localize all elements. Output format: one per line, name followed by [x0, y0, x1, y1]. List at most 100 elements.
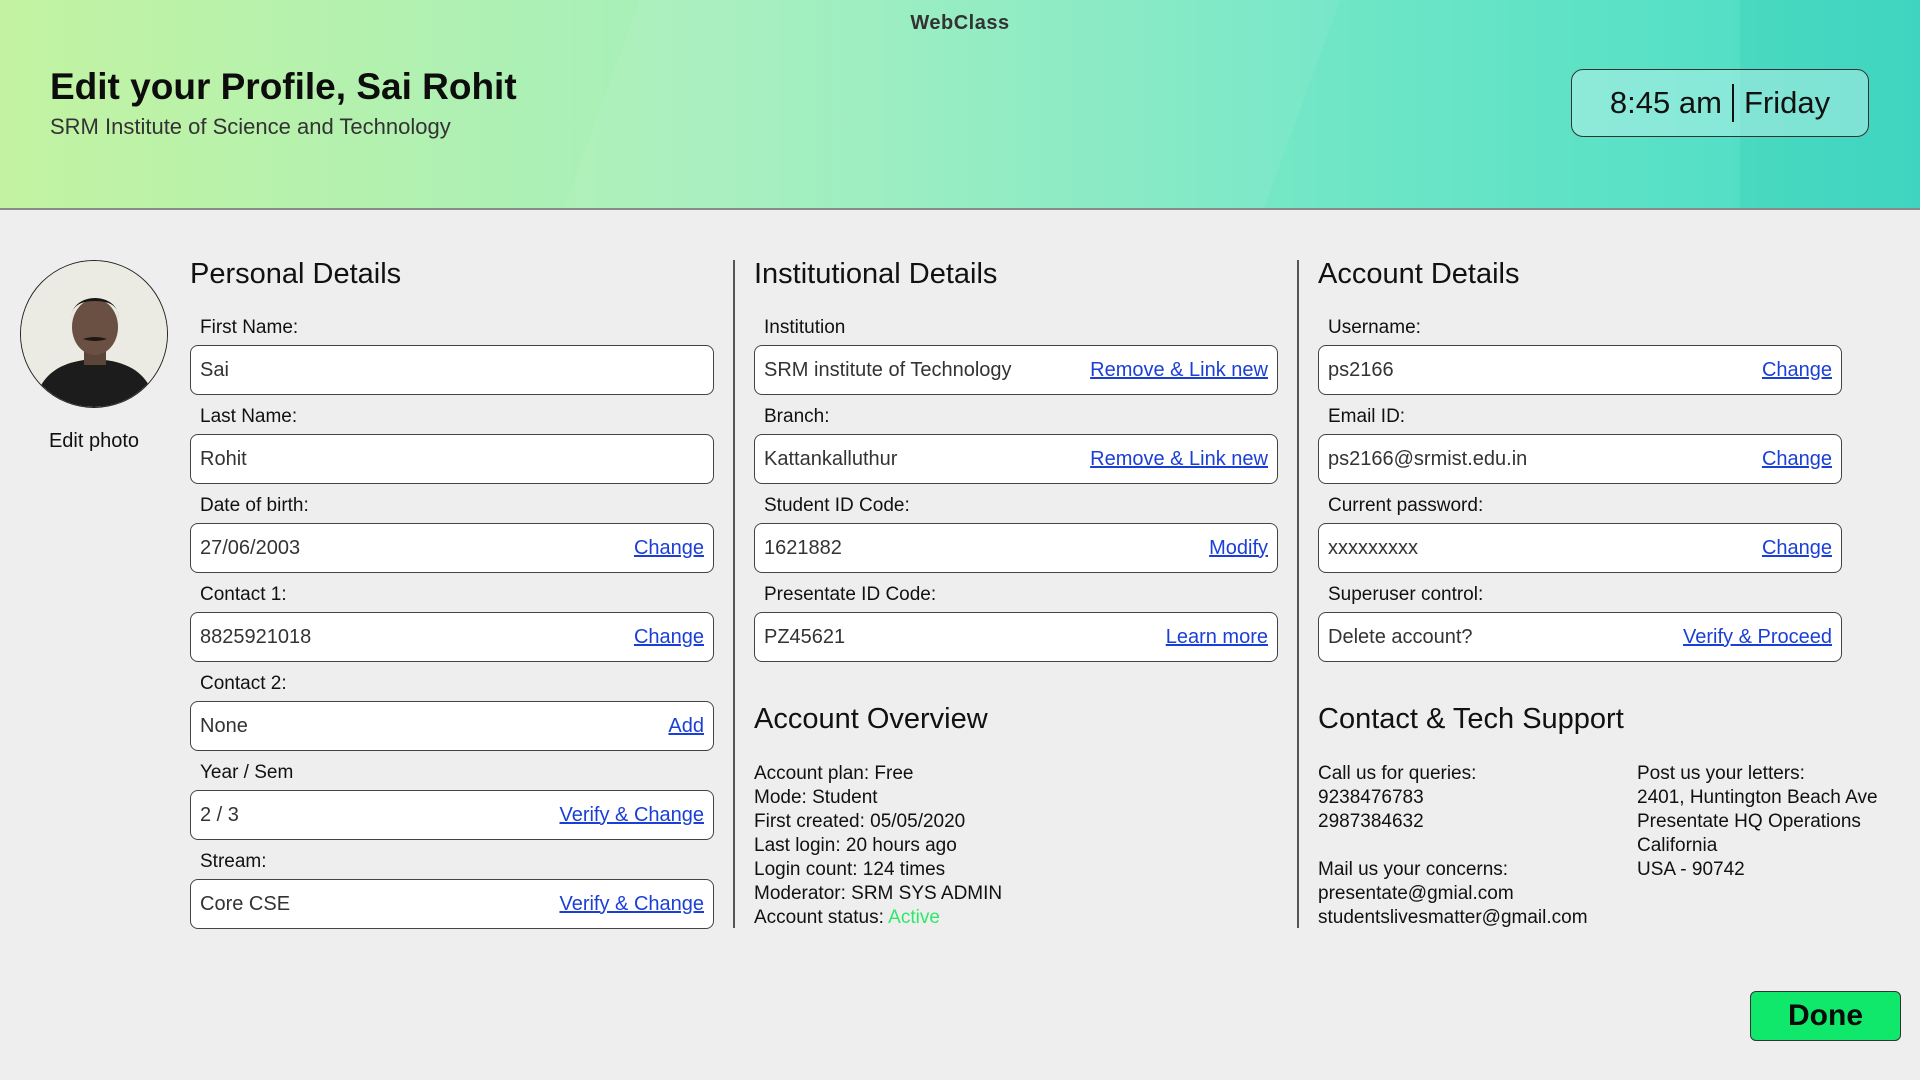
overview-mode: Mode: Student: [754, 787, 878, 808]
last-name-field[interactable]: Rohit: [190, 434, 714, 484]
app-title: WebClass: [910, 12, 1010, 34]
contact1-change-link[interactable]: Change: [634, 626, 704, 649]
account-details-title: Account Details: [1318, 258, 1520, 290]
username-value: ps2166: [1328, 358, 1394, 381]
clock-divider: [1731, 84, 1734, 122]
year-sem-label: Year / Sem: [200, 762, 294, 783]
column-divider: [733, 260, 735, 928]
header-banner: WebClass Edit your Profile, Sai Rohit SR…: [0, 0, 1920, 210]
username-field: ps2166 Change: [1318, 345, 1842, 395]
username-change-link[interactable]: Change: [1762, 359, 1832, 382]
institution-remove-link-new[interactable]: Remove & Link new: [1090, 359, 1268, 382]
address-line: Presentate HQ Operations: [1637, 811, 1861, 832]
post-label: Post us your letters:: [1637, 763, 1805, 784]
password-value: xxxxxxxxx: [1328, 536, 1418, 559]
first-name-label: First Name:: [200, 317, 299, 338]
institution-value: SRM institute of Technology: [764, 358, 1012, 381]
email-change-link[interactable]: Change: [1762, 448, 1832, 471]
password-label: Current password:: [1328, 495, 1484, 516]
presentate-id-label: Presentate ID Code:: [764, 584, 937, 605]
column-divider: [1297, 260, 1299, 928]
last-name-value: Rohit: [200, 447, 247, 470]
contact2-field: None Add: [190, 701, 714, 751]
support-email: presentate@gmial.com: [1318, 883, 1514, 904]
account-overview-list: Account plan: Free Mode: Student First c…: [754, 762, 1002, 930]
dob-value: 27/06/2003: [200, 536, 301, 559]
dob-change-link[interactable]: Change: [634, 537, 704, 560]
done-button[interactable]: Done: [1750, 991, 1901, 1041]
personal-details-title: Personal Details: [190, 258, 402, 290]
phone-number: 2987384632: [1318, 811, 1424, 832]
overview-last-login: Last login: 20 hours ago: [754, 835, 957, 856]
edit-photo-link[interactable]: Edit photo: [20, 430, 168, 453]
phone-number: 9238476783: [1318, 787, 1424, 808]
avatar[interactable]: [20, 260, 168, 408]
contact1-field: 8825921018 Change: [190, 612, 714, 662]
contact2-add-link[interactable]: Add: [668, 715, 704, 738]
year-sem-field: 2 / 3 Verify & Change: [190, 790, 714, 840]
overview-moderator: Moderator: SRM SYS ADMIN: [754, 883, 1003, 904]
student-id-label: Student ID Code:: [764, 495, 910, 516]
stream-label: Stream:: [200, 851, 267, 872]
email-label: Email ID:: [1328, 406, 1406, 427]
presentate-id-field: PZ45621 Learn more: [754, 612, 1278, 662]
year-sem-verify-change-link[interactable]: Verify & Change: [559, 804, 704, 827]
stream-field: Core CSE Verify & Change: [190, 879, 714, 929]
first-name-field[interactable]: Sai: [190, 345, 714, 395]
overview-login-count: Login count: 124 times: [754, 859, 946, 880]
institutional-details-title: Institutional Details: [754, 258, 998, 290]
superuser-label: Superuser control:: [1328, 584, 1484, 605]
dob-field: 27/06/2003 Change: [190, 523, 714, 573]
branch-value: Kattankalluthur: [764, 447, 898, 470]
email-value: ps2166@srmist.edu.in: [1328, 447, 1528, 470]
support-contact-list: Call us for queries: 9238476783 29873846…: [1318, 762, 1588, 930]
overview-plan: Account plan: Free: [754, 763, 914, 784]
overview-status: Account status: Active: [754, 906, 1002, 930]
status-label: Account status:: [754, 907, 884, 928]
stream-verify-change-link[interactable]: Verify & Change: [559, 893, 704, 916]
student-id-field: 1621882 Modify: [754, 523, 1278, 573]
contact1-label: Contact 1:: [200, 584, 287, 605]
page-title: Edit your Profile, Sai Rohit: [50, 66, 517, 107]
stream-value: Core CSE: [200, 892, 291, 915]
branch-remove-link-new[interactable]: Remove & Link new: [1090, 448, 1268, 471]
contact2-label: Contact 2:: [200, 673, 287, 694]
page-subtitle: SRM Institute of Science and Technology: [50, 114, 451, 139]
superuser-field: Delete account? Verify & Proceed: [1318, 612, 1842, 662]
username-label: Username:: [1328, 317, 1421, 338]
institution-label: Institution: [764, 317, 846, 338]
last-name-label: Last Name:: [200, 406, 298, 427]
overview-first-created: First created: 05/05/2020: [754, 811, 966, 832]
address-line: California: [1637, 835, 1718, 856]
address-line: USA - 90742: [1637, 859, 1745, 880]
call-label: Call us for queries:: [1318, 763, 1477, 784]
branch-label: Branch:: [764, 406, 830, 427]
student-id-value: 1621882: [764, 536, 842, 559]
presentate-id-value: PZ45621: [764, 625, 846, 648]
delete-account-text: Delete account?: [1328, 625, 1473, 648]
account-overview-title: Account Overview: [754, 703, 988, 735]
year-sem-value: 2 / 3: [200, 803, 239, 826]
email-field: ps2166@srmist.edu.in Change: [1318, 434, 1842, 484]
student-id-modify-link[interactable]: Modify: [1209, 537, 1268, 560]
contact2-value: None: [200, 714, 248, 737]
clock-time: 8:45 am: [1609, 85, 1722, 120]
clock-display: 8:45 am Friday: [1571, 69, 1869, 137]
address-line: 2401, Huntington Beach Ave: [1637, 787, 1878, 808]
dob-label: Date of birth:: [200, 495, 309, 516]
branch-field: Kattankalluthur Remove & Link new: [754, 434, 1278, 484]
support-title: Contact & Tech Support: [1318, 703, 1624, 735]
presentate-id-learn-more-link[interactable]: Learn more: [1166, 626, 1268, 649]
clock-day: Friday: [1743, 85, 1831, 120]
institution-field: SRM institute of Technology Remove & Lin…: [754, 345, 1278, 395]
support-email: studentslivesmatter@gmail.com: [1318, 907, 1588, 928]
support-address: Post us your letters: 2401, Huntington B…: [1637, 762, 1878, 882]
first-name-value: Sai: [200, 358, 229, 381]
mail-label: Mail us your concerns:: [1318, 859, 1509, 880]
password-change-link[interactable]: Change: [1762, 537, 1832, 560]
password-field: xxxxxxxxx Change: [1318, 523, 1842, 573]
status-badge: Active: [888, 907, 940, 928]
verify-proceed-link[interactable]: Verify & Proceed: [1683, 626, 1832, 649]
user-photo-icon: [21, 261, 167, 407]
